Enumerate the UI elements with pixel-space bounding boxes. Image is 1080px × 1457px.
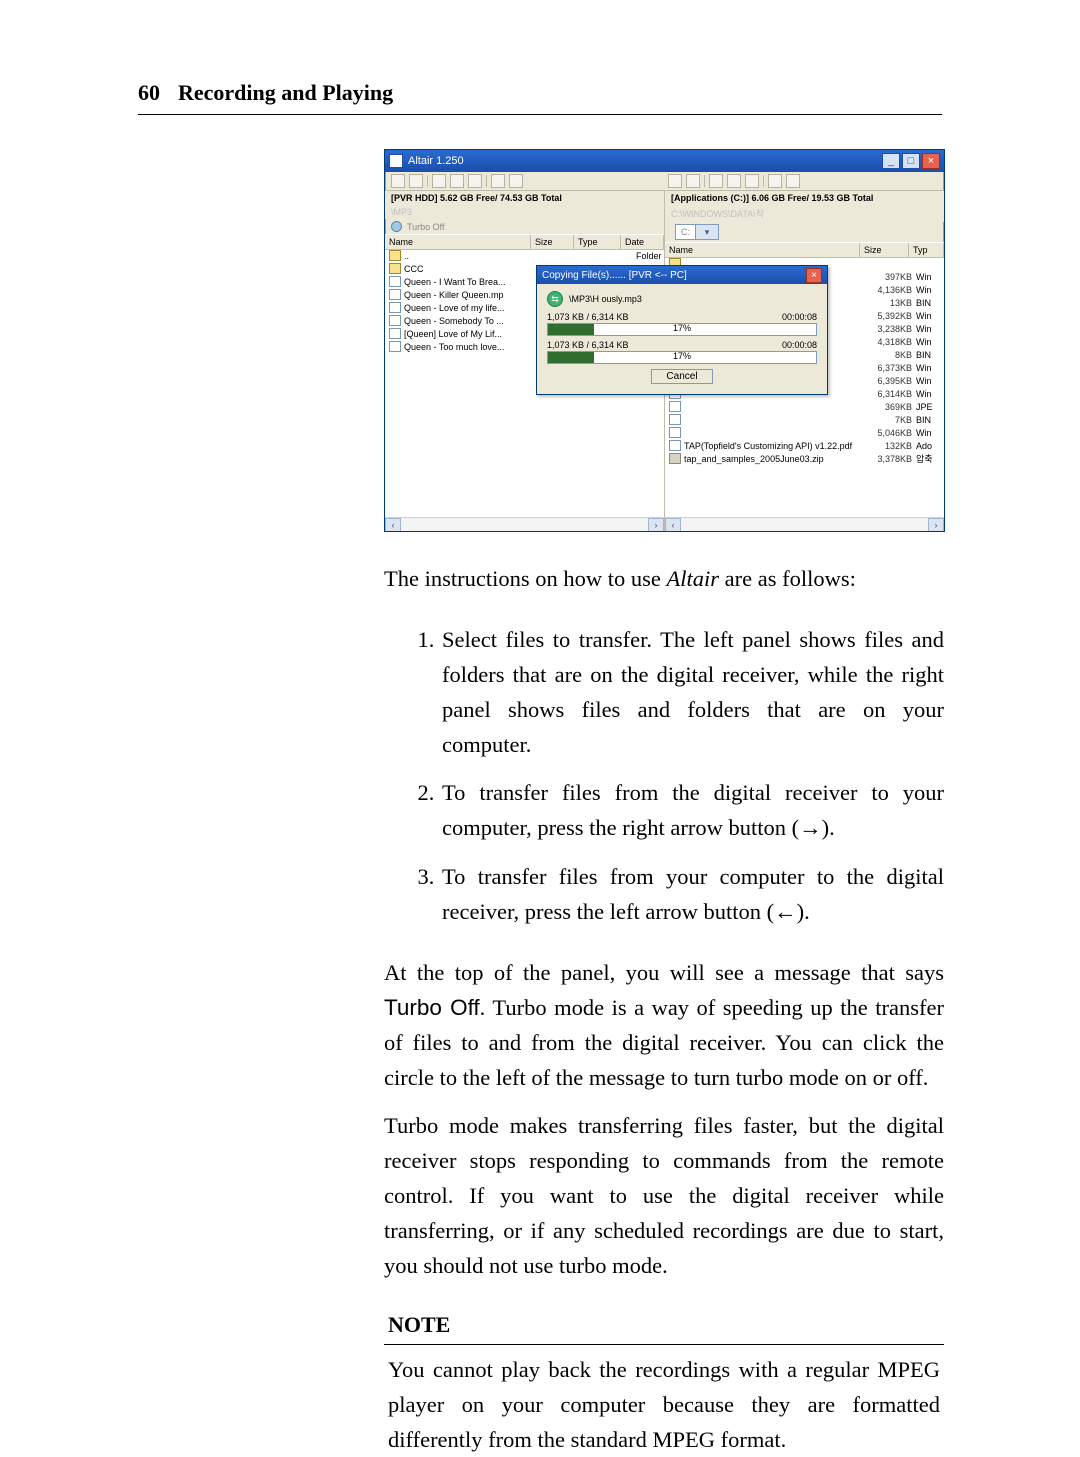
tool-icon[interactable]	[391, 174, 405, 188]
note-heading: NOTE	[384, 1306, 944, 1345]
turbo-toggle-row: Turbo Off	[385, 219, 664, 234]
window-titlebar[interactable]: Altair 1.250 _ □ ×	[385, 150, 944, 172]
altair-screenshot: Altair 1.250 _ □ ×	[384, 149, 945, 532]
close-button[interactable]: ×	[922, 153, 940, 169]
arrow-right-icon[interactable]	[727, 174, 741, 188]
tool-icon[interactable]	[468, 174, 482, 188]
progress-bytes: 1,073 KB / 6,314 KB	[547, 340, 629, 350]
pc-column-header[interactable]: Name Size Typ	[665, 242, 944, 258]
pvr-path: \MP3	[385, 205, 664, 219]
zip-icon	[669, 453, 681, 464]
list-item[interactable]: tap_and_samples_2005June03.zip3,378KB압축	[665, 453, 944, 466]
scroll-left-icon[interactable]: ‹	[385, 518, 401, 532]
note-box: NOTE You cannot play back the recordings…	[384, 1306, 944, 1457]
file-icon	[669, 414, 681, 425]
progress-bar: 17%	[547, 351, 817, 364]
list-item[interactable]: ..Folder	[385, 250, 664, 263]
status-icon: ⇆	[547, 291, 563, 307]
copy-dialog: Copying File(s)...... [PVR <-- PC] × ⇆ \…	[536, 265, 828, 395]
list-item[interactable]: 369KBJPE	[665, 401, 944, 414]
list-item[interactable]: TAP(Topfield's Customizing API) v1.22.pd…	[665, 440, 944, 453]
window-title: Altair 1.250	[408, 155, 880, 167]
turbo-label[interactable]: Turbo Off	[407, 222, 445, 232]
progress-bar: 17%	[547, 323, 817, 336]
intro-paragraph: The instructions on how to use Altair ar…	[384, 562, 944, 597]
page-number: 60	[138, 80, 160, 106]
pc-path: C:\WINDOWS\DATA\작	[665, 205, 944, 222]
list-item[interactable]: 5,046KBWin	[665, 427, 944, 440]
progress-bytes: 1,073 KB / 6,314 KB	[547, 312, 629, 322]
file-icon	[389, 315, 401, 326]
tool-icon[interactable]	[509, 174, 523, 188]
file-icon	[389, 328, 401, 339]
file-icon	[389, 302, 401, 313]
arrow-right-icon[interactable]	[450, 174, 464, 188]
dialog-titlebar[interactable]: Copying File(s)...... [PVR <-- PC] ×	[537, 266, 827, 284]
app-name-italic: Altair	[666, 566, 719, 591]
minimize-button[interactable]: _	[882, 153, 900, 169]
maximize-button[interactable]: □	[902, 153, 920, 169]
progress-time: 00:00:08	[782, 312, 817, 322]
turbo-paragraph-1: At the top of the panel, you will see a …	[384, 956, 944, 1096]
progress-time: 00:00:08	[782, 340, 817, 350]
chevron-down-icon[interactable]: ▾	[695, 225, 718, 239]
refresh-icon[interactable]	[768, 174, 782, 188]
dialog-title: Copying File(s)...... [PVR <-- PC]	[542, 270, 806, 281]
tool-icon[interactable]	[668, 174, 682, 188]
scroll-right-icon[interactable]: ›	[928, 518, 944, 532]
refresh-icon[interactable]	[491, 174, 505, 188]
file-icon	[389, 289, 401, 300]
folder-icon	[389, 263, 401, 274]
cancel-button[interactable]: Cancel	[651, 369, 712, 384]
list-item[interactable]: 7KBBIN	[665, 414, 944, 427]
instruction-list: Select files to transfer. The left panel…	[384, 623, 944, 930]
pvr-column-header[interactable]: Name Size Type Date	[385, 234, 664, 250]
arrow-left-icon[interactable]	[432, 174, 446, 188]
note-body: You cannot play back the recordings with…	[384, 1345, 944, 1457]
file-icon	[389, 276, 401, 287]
copying-file-name: \MP3\H ously.mp3	[569, 294, 642, 304]
turbo-paragraph-2: Turbo mode makes transferring files fast…	[384, 1109, 944, 1283]
tool-icon[interactable]	[686, 174, 700, 188]
file-icon	[669, 401, 681, 412]
file-icon	[389, 341, 401, 352]
tool-icon[interactable]	[409, 174, 423, 188]
drive-combo[interactable]: C:▾	[675, 224, 719, 240]
pc-caption: [Applications (C:)] 6.06 GB Free/ 19.53 …	[665, 191, 944, 205]
tool-icon[interactable]	[745, 174, 759, 188]
step-item: Select files to transfer. The left panel…	[440, 623, 944, 763]
pvr-caption: [PVR HDD] 5.62 GB Free/ 74.53 GB Total	[385, 191, 664, 205]
tool-icon[interactable]	[786, 174, 800, 188]
arrow-left-icon[interactable]	[709, 174, 723, 188]
toolbar	[385, 172, 944, 191]
turbo-toggle-icon[interactable]	[391, 221, 402, 232]
file-icon	[669, 427, 681, 438]
file-icon	[669, 440, 681, 451]
dialog-close-button[interactable]: ×	[806, 268, 822, 283]
section-title: Recording and Playing	[178, 80, 393, 106]
turbo-off-label: Turbo Off	[384, 995, 480, 1020]
step-item: To transfer files from the digital recei…	[440, 776, 944, 846]
scroll-left-icon[interactable]: ‹	[665, 518, 681, 532]
app-icon	[389, 154, 403, 168]
step-item: To transfer files from your computer to …	[440, 860, 944, 930]
page-header: 60 Recording and Playing	[138, 80, 942, 115]
scroll-right-icon[interactable]: ›	[648, 518, 664, 532]
folder-icon	[389, 250, 401, 261]
